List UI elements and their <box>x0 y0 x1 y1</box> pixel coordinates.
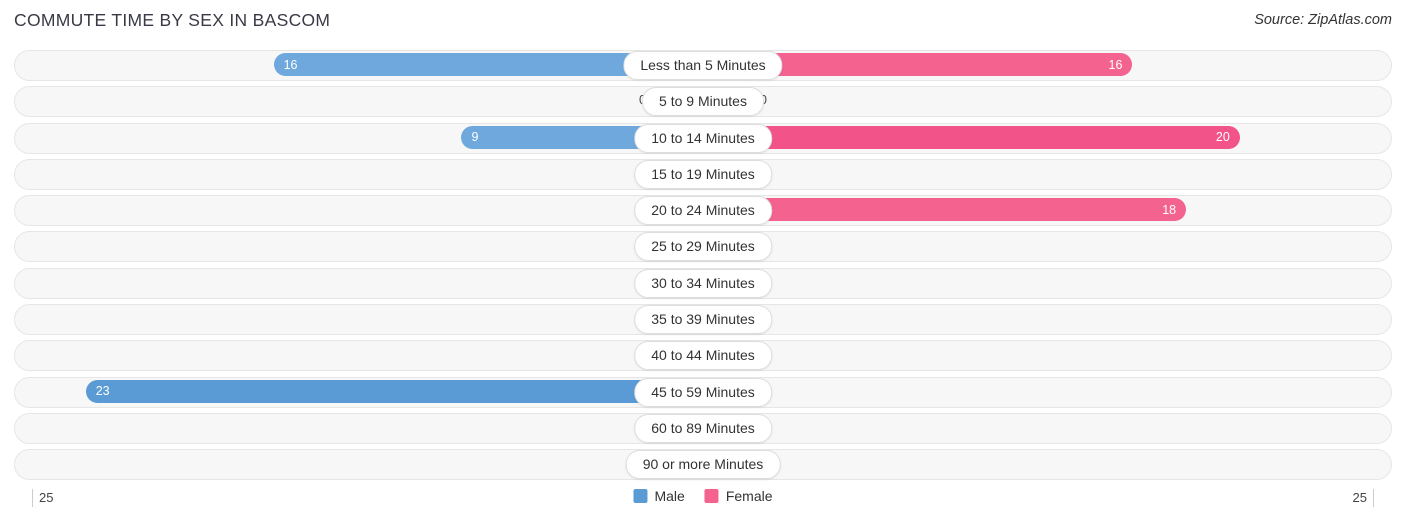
chart-row: 0040 to 44 Minutes <box>14 339 1392 372</box>
row-category-label: 25 to 29 Minutes <box>634 232 772 262</box>
chart-row: 0090 or more Minutes <box>14 448 1392 481</box>
bar-female[interactable]: 18 <box>703 198 1187 222</box>
chart-header: COMMUTE TIME BY SEX IN BASCOM Source: Zi… <box>0 0 1406 46</box>
chart-row: 0060 to 89 Minutes <box>14 412 1392 445</box>
row-category-label: 10 to 14 Minutes <box>634 123 772 153</box>
chart-row: 0035 to 39 Minutes <box>14 303 1392 336</box>
legend-label-male: Male <box>654 488 685 504</box>
row-category-label: 90 or more Minutes <box>625 450 781 480</box>
chart-row: 005 to 9 Minutes <box>14 85 1392 118</box>
row-track-inner: 0025 to 29 Minutes <box>32 230 1374 263</box>
bars-plot-area: 16 16 Less than 5 Minutes 005 to 9 Minutes 9… <box>14 49 1392 486</box>
row-category-label: 40 to 44 Minutes <box>634 341 772 371</box>
chart-row: 18020 to 24 Minutes <box>14 194 1392 227</box>
row-category-label: 60 to 89 Minutes <box>634 413 772 443</box>
legend-swatch-female-icon <box>704 489 719 503</box>
row-category-label: 30 to 34 Minutes <box>634 268 772 298</box>
row-category-label: 5 to 9 Minutes <box>642 87 764 117</box>
row-track-inner: 0040 to 44 Minutes <box>32 339 1374 372</box>
legend-item-female[interactable]: Female <box>704 488 773 504</box>
row-track-inner: 0060 to 89 Minutes <box>32 412 1374 445</box>
axis-left-max-label: 25 <box>32 489 53 507</box>
row-category-label: 45 to 59 Minutes <box>634 377 772 407</box>
chart-row: 9 20 10 to 14 Minutes <box>14 122 1392 155</box>
bar-value-male: 9 <box>471 130 479 145</box>
bar-value-male: 16 <box>283 57 298 72</box>
chart-footer: 25 Male Female 25 <box>14 486 1392 516</box>
chart-row: 0025 to 29 Minutes <box>14 230 1392 263</box>
legend-swatch-male-icon <box>633 489 648 503</box>
row-track-inner: 005 to 9 Minutes <box>32 85 1374 118</box>
chart-row: 0015 to 19 Minutes <box>14 158 1392 191</box>
row-track-inner: 0035 to 39 Minutes <box>32 303 1374 336</box>
row-category-label: Less than 5 Minutes <box>623 51 783 80</box>
bar-value-male: 23 <box>95 384 110 399</box>
source-attribution: Source: ZipAtlas.com <box>1254 12 1392 28</box>
row-track-inner: 0015 to 19 Minutes <box>32 158 1374 191</box>
row-category-label: 35 to 39 Minutes <box>634 305 772 335</box>
row-track-inner: 23045 to 59 Minutes <box>32 376 1374 409</box>
row-track-inner: 18020 to 24 Minutes <box>32 194 1374 227</box>
bar-value-female: 18 <box>1162 202 1177 217</box>
row-track-inner: 0030 to 34 Minutes <box>32 267 1374 300</box>
legend-item-male[interactable]: Male <box>633 488 685 504</box>
page-title: COMMUTE TIME BY SEX IN BASCOM <box>14 10 331 30</box>
axis-right-max-label: 25 <box>1353 489 1374 507</box>
chart-row: 16 16 Less than 5 Minutes <box>14 49 1392 82</box>
chart-legend: Male Female <box>633 488 773 504</box>
row-category-label: 20 to 24 Minutes <box>634 196 772 226</box>
legend-label-female: Female <box>725 488 773 504</box>
row-category-label: 15 to 19 Minutes <box>634 159 772 189</box>
row-track-inner: 9 20 10 to 14 Minutes <box>32 122 1374 155</box>
bar-value-female: 16 <box>1108 57 1123 72</box>
row-track-inner: 0090 or more Minutes <box>32 448 1374 481</box>
chart-row: 23045 to 59 Minutes <box>14 376 1392 409</box>
bar-female[interactable]: 20 <box>703 125 1240 149</box>
bar-male[interactable]: 23 <box>85 379 703 403</box>
row-track-inner: 16 16 Less than 5 Minutes <box>32 49 1374 82</box>
chart-container: COMMUTE TIME BY SEX IN BASCOM Source: Zi… <box>0 0 1406 523</box>
bar-value-female: 20 <box>1215 130 1230 145</box>
chart-row: 0030 to 34 Minutes <box>14 267 1392 300</box>
